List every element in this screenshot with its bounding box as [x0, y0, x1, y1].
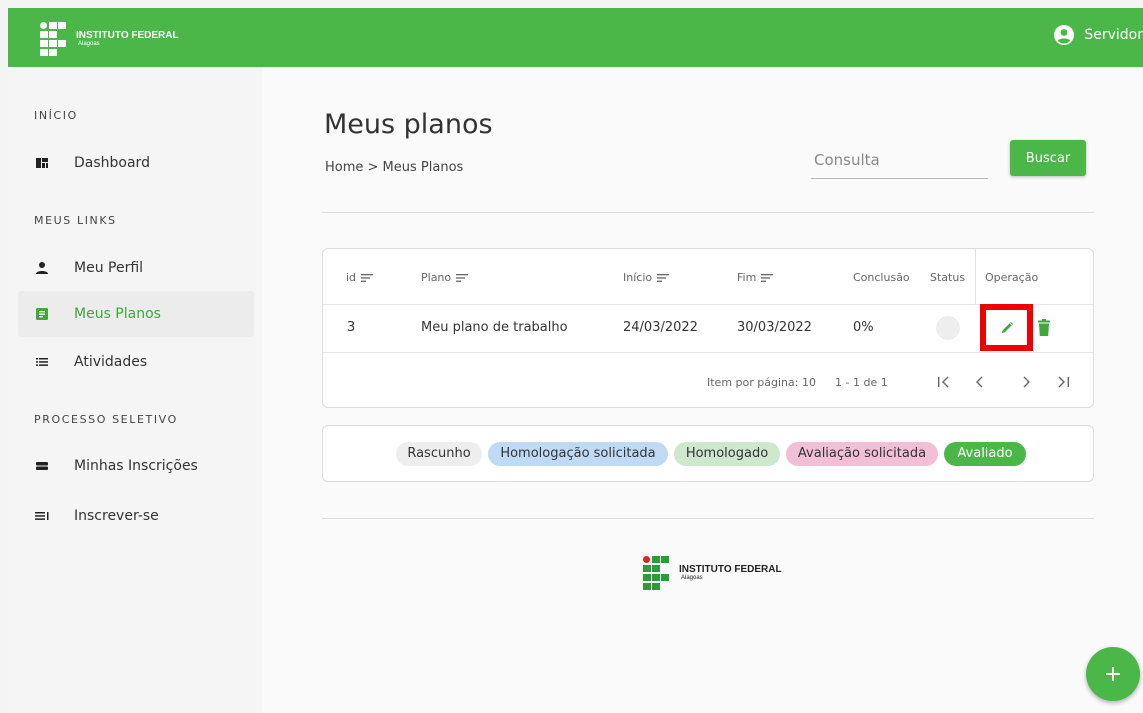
- main-content: Meus planos Home > Meus Planos Buscar id…: [262, 67, 1143, 713]
- legend-chip-label: Avaliado: [957, 446, 1013, 461]
- app-header: INSTITUTO FEDERAL Alagoas Servidor: [8, 8, 1143, 67]
- column-header-label: Fim: [737, 271, 757, 284]
- cell-fim: 30/03/2022: [737, 320, 812, 335]
- legend-chip-label: Homologação solicitada: [500, 446, 656, 461]
- logo-subtitle: Alagoas: [681, 574, 703, 581]
- column-header-label: Plano: [421, 271, 452, 284]
- cell-plano: Meu plano de trabalho: [421, 320, 568, 335]
- page-title: Meus planos: [324, 109, 493, 140]
- sidebar: INÍCIO Dashboard MEUS LINKS Meu Perfil M…: [8, 67, 262, 713]
- column-header-inicio[interactable]: Início: [623, 271, 670, 284]
- last-page-icon: [1058, 376, 1069, 388]
- trash-icon[interactable]: [1037, 319, 1051, 337]
- if-logo-mark: [643, 556, 675, 590]
- section-title-inicio: INÍCIO: [34, 109, 78, 122]
- status-indicator: [936, 316, 960, 340]
- sort-icon: [456, 273, 469, 282]
- playlist-icon: [35, 512, 49, 520]
- dashboard-icon: [36, 158, 48, 168]
- account-circle-icon: [1054, 25, 1075, 45]
- row-divider: [323, 352, 1093, 353]
- add-button[interactable]: +: [1086, 647, 1140, 701]
- column-header-plano[interactable]: Plano: [421, 271, 469, 284]
- logo-text: INSTITUTO FEDERAL Alagoas: [679, 563, 782, 582]
- chevron-left-icon: [976, 376, 983, 388]
- first-page-icon: [938, 376, 949, 388]
- divider: [322, 212, 1094, 213]
- sidebar-item-label: Dashboard: [74, 155, 150, 171]
- sidebar-item-minhas-inscricoes[interactable]: Minhas Inscrições: [18, 443, 254, 489]
- page-range: 1 - 1 de 1: [835, 376, 888, 389]
- sidebar-item-dashboard[interactable]: Dashboard: [18, 140, 254, 186]
- sort-icon: [657, 273, 670, 282]
- cell-inicio: 24/03/2022: [623, 320, 698, 335]
- list-icon: [36, 358, 48, 366]
- logo-title: INSTITUTO FEDERAL: [679, 563, 782, 575]
- sidebar-item-label: Inscrever-se: [74, 508, 159, 524]
- legend-chip-label: Rascunho: [407, 446, 471, 461]
- footer-logo: INSTITUTO FEDERAL Alagoas: [643, 556, 782, 590]
- row-divider: [323, 304, 1093, 305]
- previous-page-button[interactable]: [968, 370, 992, 394]
- inbox-icon: [36, 462, 48, 470]
- legend-chip-avaliacao-solicitada: Avaliação solicitada: [786, 442, 938, 466]
- divider: [322, 518, 1094, 519]
- column-header-status: Status: [930, 271, 966, 284]
- logo-text: INSTITUTO FEDERAL Alagoas: [76, 29, 179, 48]
- column-divider: [975, 249, 976, 304]
- legend-chip-label: Avaliação solicitada: [797, 446, 927, 461]
- if-logo[interactable]: INSTITUTO FEDERAL Alagoas: [40, 21, 179, 57]
- status-legend: Rascunho Homologação solicitada Homologa…: [322, 425, 1094, 482]
- legend-chip-homologacao-solicitada: Homologação solicitada: [488, 442, 668, 466]
- breadcrumb[interactable]: Home > Meus Planos: [325, 160, 463, 175]
- cell-id: 3: [347, 320, 356, 335]
- column-header-fim[interactable]: Fim: [737, 271, 774, 284]
- column-header-id[interactable]: id: [346, 271, 374, 284]
- document-icon: [36, 308, 48, 320]
- pencil-icon: [1001, 321, 1013, 333]
- next-page-button[interactable]: [1014, 370, 1038, 394]
- user-menu[interactable]: Servidor: [1054, 25, 1143, 45]
- logo-subtitle: Alagoas: [78, 40, 100, 47]
- items-per-page[interactable]: Item por página: 10: [707, 376, 816, 389]
- column-header-conclusao: Conclusão: [853, 271, 910, 284]
- sidebar-item-label: Meus Planos: [74, 306, 161, 322]
- user-label: Servidor: [1084, 27, 1143, 43]
- legend-chip-avaliado: Avaliado: [944, 442, 1026, 466]
- logo-title: INSTITUTO FEDERAL: [76, 29, 179, 41]
- section-title-links: MEUS LINKS: [34, 214, 117, 227]
- sidebar-item-label: Atividades: [74, 354, 148, 370]
- if-logo-mark: [40, 22, 72, 56]
- sidebar-item-label: Meu Perfil: [74, 260, 144, 276]
- column-header-label: id: [346, 271, 357, 284]
- sort-icon: [361, 273, 374, 282]
- legend-chip-rascunho: Rascunho: [396, 442, 482, 466]
- sidebar-item-inscrever-se[interactable]: Inscrever-se: [18, 493, 254, 539]
- last-page-button[interactable]: [1051, 370, 1075, 394]
- sidebar-item-meus-planos[interactable]: Meus Planos: [18, 291, 254, 337]
- column-header-label: Início: [623, 271, 653, 284]
- search-input[interactable]: [811, 141, 988, 179]
- legend-chip-label: Homologado: [685, 446, 769, 461]
- plans-table: id Plano Início Fim Conclusão Status Ope…: [322, 248, 1094, 408]
- edit-button[interactable]: [980, 304, 1033, 351]
- sort-icon: [761, 273, 774, 282]
- search-button[interactable]: Buscar: [1010, 140, 1086, 176]
- section-title-processo: PROCESSO SELETIVO: [34, 413, 178, 426]
- column-header-operacao: Operação: [985, 271, 1039, 284]
- person-icon: [36, 262, 48, 274]
- legend-chip-homologado: Homologado: [674, 442, 780, 466]
- sidebar-item-atividades[interactable]: Atividades: [18, 339, 254, 385]
- chevron-right-icon: [1023, 376, 1030, 388]
- plus-icon: +: [1103, 661, 1123, 687]
- first-page-button[interactable]: [932, 370, 956, 394]
- cell-conclusao: 0%: [853, 320, 874, 335]
- sidebar-item-label: Minhas Inscrições: [74, 458, 198, 474]
- sidebar-item-meu-perfil[interactable]: Meu Perfil: [18, 245, 254, 291]
